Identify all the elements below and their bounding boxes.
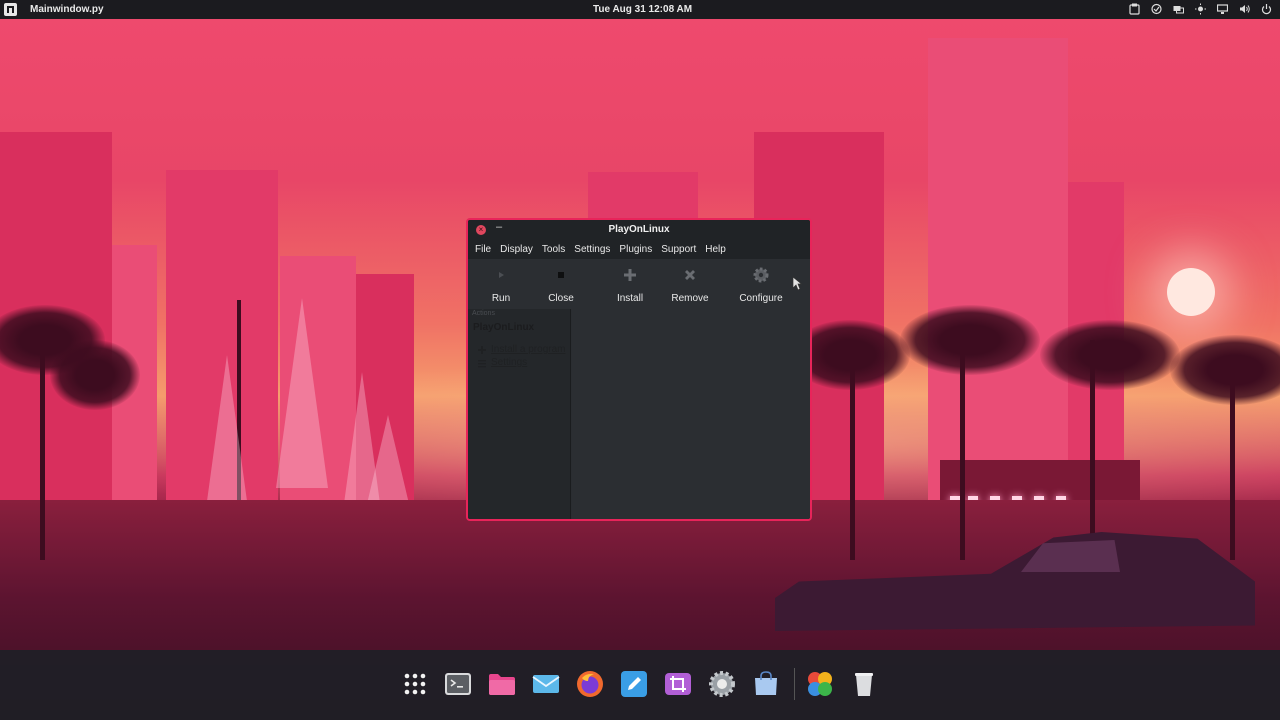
menu-tools[interactable]: Tools: [542, 244, 565, 255]
gear-icon: [753, 267, 769, 283]
run-button[interactable]: Run: [486, 265, 516, 304]
edit-icon[interactable]: [620, 670, 648, 698]
settings-icon[interactable]: [708, 670, 736, 698]
install-program-label[interactable]: Install a program: [491, 344, 565, 355]
menu-file[interactable]: File: [475, 244, 491, 255]
actions-sidebar: Actions PlayOnLinux Install a program Se…: [468, 309, 571, 519]
volume-icon[interactable]: [1239, 3, 1250, 15]
menu-display[interactable]: Display: [500, 244, 533, 255]
install-button[interactable]: Install: [612, 265, 648, 304]
clock[interactable]: Tue Aug 31 12:08 AM: [593, 4, 692, 15]
top-panel: Mainwindow.py Tue Aug 31 12:08 AM: [0, 0, 1280, 19]
x-icon: [685, 270, 695, 280]
stop-icon: [558, 272, 564, 278]
power-icon[interactable]: [1261, 3, 1272, 15]
firefox-icon[interactable]: [576, 670, 604, 698]
system-tray: [1129, 3, 1272, 15]
playonlinux-icon[interactable]: [806, 670, 834, 698]
window-titlebar[interactable]: × – PlayOnLinux: [468, 220, 810, 240]
menu-help[interactable]: Help: [705, 244, 726, 255]
brightness-icon[interactable]: [1195, 3, 1206, 15]
settings-icon: [478, 359, 486, 367]
install-label: Install: [616, 293, 644, 304]
toolbar: Run Close Install Remove Configure: [468, 259, 810, 309]
active-app-name[interactable]: Mainwindow.py: [30, 4, 104, 15]
dock-separator: [794, 668, 795, 700]
display-icon[interactable]: [1217, 3, 1228, 15]
settings-label[interactable]: Settings: [491, 357, 527, 368]
remove-button[interactable]: Remove: [668, 265, 712, 304]
remove-label: Remove: [671, 293, 709, 304]
close-button[interactable]: Close: [545, 265, 577, 304]
store-icon[interactable]: [752, 670, 780, 698]
program-list[interactable]: [572, 309, 810, 519]
screens-icon[interactable]: [1173, 3, 1184, 15]
run-label: Run: [491, 293, 511, 304]
terminal-icon[interactable]: [444, 670, 472, 698]
building: [928, 38, 1068, 520]
menu-settings[interactable]: Settings: [574, 244, 610, 255]
playonlinux-window: × – PlayOnLinux File Display Tools Setti…: [466, 218, 812, 521]
check-circle-icon[interactable]: [1151, 3, 1162, 15]
sun: [1167, 268, 1215, 316]
window-title: PlayOnLinux: [608, 224, 670, 235]
menubar: File Display Tools Settings Plugins Supp…: [468, 240, 810, 259]
mail-icon[interactable]: [532, 670, 560, 698]
play-icon: [499, 272, 504, 278]
palm-tree: [900, 305, 1040, 375]
configure-button[interactable]: Configure: [734, 265, 788, 304]
clipboard-icon[interactable]: [1129, 3, 1140, 15]
menu-support[interactable]: Support: [661, 244, 696, 255]
install-icon: [478, 345, 486, 354]
screenshot-icon[interactable]: [664, 670, 692, 698]
folder-icon[interactable]: [488, 670, 516, 698]
mouse-cursor-icon: [792, 276, 802, 291]
settings-action[interactable]: Settings: [477, 357, 527, 368]
plus-icon: [624, 269, 636, 281]
activities-icon[interactable]: [4, 3, 17, 16]
palm-tree: [50, 340, 140, 410]
install-program-action[interactable]: Install a program: [477, 344, 565, 355]
palm-tree: [1040, 320, 1180, 390]
actions-caption: Actions: [472, 310, 495, 317]
trash-icon[interactable]: [850, 670, 878, 698]
menu-plugins[interactable]: Plugins: [619, 244, 652, 255]
sidebar-section-title: PlayOnLinux: [473, 322, 535, 333]
close-label: Close: [548, 293, 574, 304]
lamp-light: [276, 298, 328, 488]
configure-label: Configure: [739, 293, 783, 304]
grid-icon[interactable]: [401, 670, 429, 698]
